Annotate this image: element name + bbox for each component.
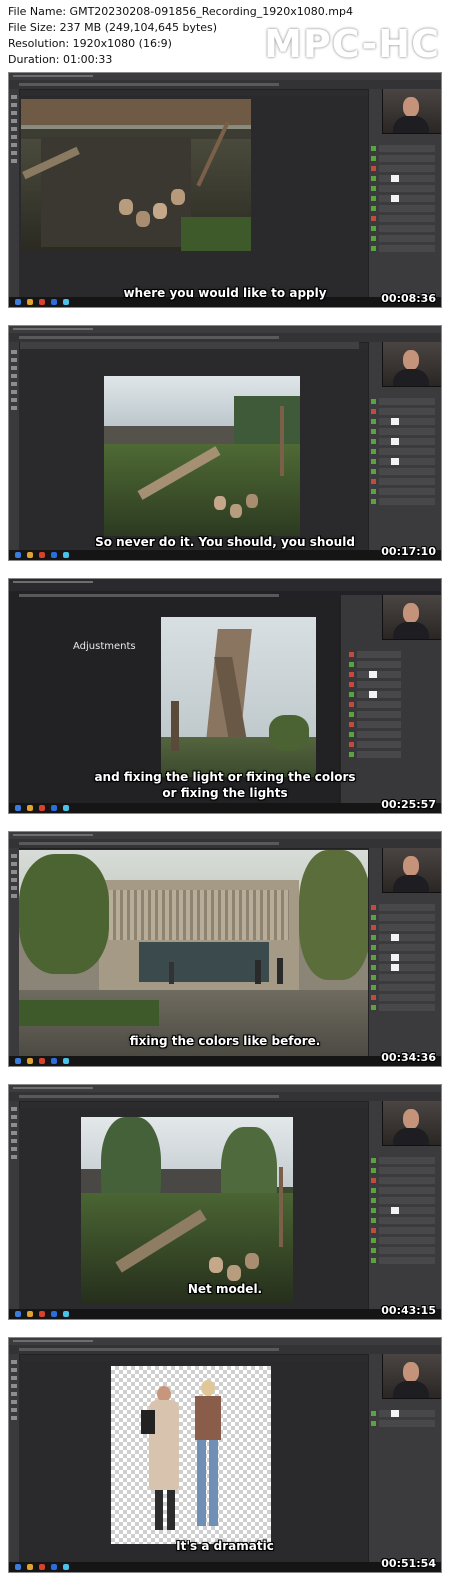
adjustments-label: Adjustments [73, 641, 136, 652]
thumbnail-frame-4[interactable]: fixing the colors like before. 00:34:36 [8, 831, 442, 1067]
webcam-feed [382, 1101, 441, 1146]
webcam-feed [382, 1354, 441, 1399]
timestamp: 00:25:57 [381, 798, 436, 811]
subtitle: where you would like to apply [123, 286, 327, 300]
file-name: File Name: GMT20230208-091856_Recording_… [8, 5, 353, 18]
thumbnail-frame-5[interactable]: Net model. 00:43:15 [8, 1084, 442, 1320]
subtitle: fixing the colors like before. [129, 1034, 321, 1048]
thumbnail-frame-2[interactable]: So never do it. You should, you should 0… [8, 325, 442, 561]
webcam-feed [382, 848, 441, 893]
layers-panel [368, 1354, 441, 1562]
taskbar [9, 1056, 441, 1066]
cutout-people-image [111, 1366, 271, 1544]
render-image [21, 99, 251, 251]
building-render [19, 850, 371, 1058]
taskbar [9, 1309, 441, 1319]
timestamp: 00:08:36 [381, 292, 436, 305]
timestamp: 00:34:36 [381, 1051, 436, 1064]
menu-bar [9, 73, 441, 80]
menu-bar [9, 326, 441, 333]
webcam-feed [382, 595, 441, 640]
taskbar [9, 1562, 441, 1572]
webcam-feed [382, 89, 441, 134]
thumbnail-frame-3[interactable]: Adjustments and fixing the light or fixi… [8, 578, 442, 814]
layers-panel [368, 342, 441, 550]
layers-panel [368, 89, 441, 297]
timestamp: 00:17:10 [381, 545, 436, 558]
subtitle: and fixing the light or fixing the color… [94, 770, 356, 800]
render-image [104, 376, 300, 536]
subtitle: It's a dramatic [176, 1539, 274, 1553]
menu-bar [9, 1338, 441, 1345]
taskbar [9, 803, 441, 813]
menu-bar [9, 1085, 441, 1092]
contact-sheet: File Name: GMT20230208-091856_Recording_… [0, 0, 450, 1588]
tower-render [161, 617, 316, 777]
menu-bar [9, 832, 441, 839]
taskbar [9, 550, 441, 560]
render-image [81, 1117, 293, 1303]
document-tabs [19, 342, 359, 349]
webcam-feed [382, 342, 441, 387]
subtitle: Net model. [187, 1282, 263, 1296]
browser-tab-bar [9, 579, 441, 591]
thumbnail-frame-1[interactable]: where you would like to apply 00:08:36 [8, 72, 442, 308]
timestamp: 00:51:54 [381, 1557, 436, 1570]
layers-panel [368, 848, 441, 1056]
mpc-hc-logo: MPC-HC [264, 22, 440, 66]
layers-panel [368, 1101, 441, 1309]
thumbnail-frame-6[interactable]: It's a dramatic 00:51:54 [8, 1337, 442, 1573]
subtitle: So never do it. You should, you should [95, 535, 355, 549]
timestamp: 00:43:15 [381, 1304, 436, 1317]
